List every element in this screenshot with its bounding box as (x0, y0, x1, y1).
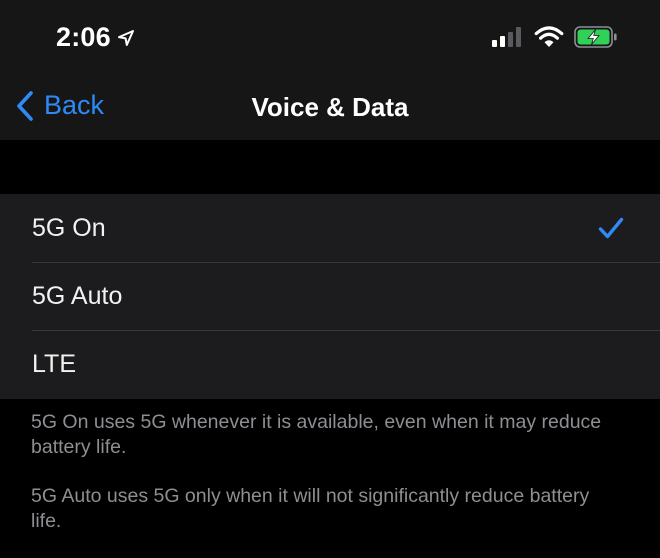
page-title: Voice & Data (251, 92, 409, 122)
status-bar: 2:06 (0, 0, 660, 70)
status-time: 2:06 (56, 22, 135, 53)
option-label: 5G Auto (32, 281, 123, 310)
status-right (492, 26, 618, 48)
footer-notes: 5G On uses 5G whenever it is available, … (31, 410, 611, 558)
option-5g-on[interactable]: 5G On (0, 194, 660, 262)
battery-charging-icon (574, 26, 617, 48)
nav-bar: Back Voice & Data (0, 72, 660, 140)
option-label: LTE (32, 349, 76, 378)
footer-note-5g-auto: 5G Auto uses 5G only when it will not si… (31, 485, 590, 532)
footer-note-5g-on: 5G On uses 5G whenever it is available, … (31, 411, 602, 458)
options-list: 5G On 5G Auto LTE (0, 194, 660, 399)
wifi-icon (534, 26, 564, 47)
cellular-signal-icon (492, 27, 521, 47)
top-chrome: 2:06 Back Voice & Data (0, 0, 660, 140)
checkmark-icon (598, 217, 624, 239)
option-lte[interactable]: LTE (0, 330, 660, 398)
option-label: 5G On (32, 213, 106, 242)
status-time-text: 2:06 (56, 22, 111, 52)
location-arrow-icon (117, 29, 135, 47)
option-5g-auto[interactable]: 5G Auto (0, 262, 660, 330)
